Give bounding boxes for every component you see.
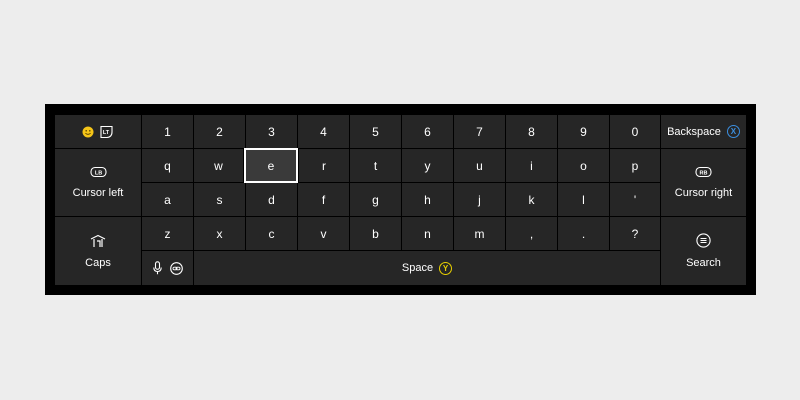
- cursor-right-key[interactable]: RB Cursor right: [661, 149, 746, 216]
- key-d[interactable]: d: [246, 183, 297, 216]
- lb-bumper-icon: LB: [89, 166, 107, 178]
- key-apostrophe[interactable]: ': [610, 183, 660, 216]
- rb-bumper-icon: RB: [695, 166, 712, 178]
- key-o[interactable]: o: [558, 149, 609, 182]
- caps-arrow-icon: [90, 234, 106, 248]
- key-question-mark[interactable]: ?: [610, 217, 660, 250]
- key-f[interactable]: f: [298, 183, 349, 216]
- key-z[interactable]: z: [142, 217, 193, 250]
- lt-trigger-icon: LT: [99, 125, 114, 139]
- caps-label: Caps: [85, 256, 111, 269]
- cursor-right-label: Cursor right: [674, 187, 733, 199]
- key-period[interactable]: .: [558, 217, 609, 250]
- key-6[interactable]: 6: [402, 115, 453, 148]
- backspace-label: Backspace: [667, 125, 721, 138]
- key-s[interactable]: s: [194, 183, 245, 216]
- space-bar[interactable]: Space Y: [194, 251, 660, 285]
- caps-key[interactable]: Caps: [55, 217, 141, 285]
- key-y[interactable]: y: [402, 149, 453, 182]
- key-2[interactable]: 2: [194, 115, 245, 148]
- key-t[interactable]: t: [350, 149, 401, 182]
- menu-icon: [696, 233, 711, 248]
- key-k[interactable]: k: [506, 183, 557, 216]
- key-h[interactable]: h: [402, 183, 453, 216]
- key-n[interactable]: n: [402, 217, 453, 250]
- x-button-icon: X: [726, 125, 740, 138]
- emoji-key[interactable]: LT: [55, 115, 141, 148]
- key-p[interactable]: p: [610, 149, 660, 182]
- backspace-key[interactable]: Backspace X: [661, 115, 746, 148]
- svg-text:LB: LB: [94, 171, 101, 177]
- key-g[interactable]: g: [350, 183, 401, 216]
- space-label: Space: [401, 262, 434, 274]
- key-c[interactable]: c: [246, 217, 297, 250]
- key-7[interactable]: 7: [454, 115, 505, 148]
- key-l[interactable]: l: [558, 183, 609, 216]
- key-9[interactable]: 9: [558, 115, 609, 148]
- key-comma[interactable]: ,: [506, 217, 557, 250]
- key-q[interactable]: q: [142, 149, 193, 182]
- y-button-icon: Y: [439, 261, 453, 275]
- voice-link-key[interactable]: [142, 251, 193, 285]
- key-m[interactable]: m: [454, 217, 505, 250]
- key-u[interactable]: u: [454, 149, 505, 182]
- key-4[interactable]: 4: [298, 115, 349, 148]
- key-w[interactable]: w: [194, 149, 243, 182]
- key-e-focused[interactable]: e: [244, 148, 298, 183]
- emoji-icon: [82, 126, 94, 138]
- key-8[interactable]: 8: [506, 115, 557, 148]
- key-5[interactable]: 5: [350, 115, 401, 148]
- cursor-left-label: Cursor left: [72, 187, 124, 199]
- link-icon[interactable]: [169, 261, 183, 275]
- key-i[interactable]: i: [506, 149, 557, 182]
- key-b[interactable]: b: [350, 217, 401, 250]
- on-screen-keyboard: LT LB Cursor left Caps 1 2 3 4 5 6 7 8 9…: [45, 104, 756, 295]
- key-0[interactable]: 0: [610, 115, 660, 148]
- svg-text:RB: RB: [700, 171, 708, 177]
- microphone-icon[interactable]: [152, 261, 162, 275]
- search-key[interactable]: Search: [661, 217, 746, 285]
- svg-text:LT: LT: [103, 130, 110, 136]
- key-3[interactable]: 3: [246, 115, 297, 148]
- search-label: Search: [686, 257, 721, 269]
- key-r[interactable]: r: [299, 149, 349, 182]
- cursor-left-key[interactable]: LB Cursor left: [55, 149, 141, 216]
- key-a[interactable]: a: [142, 183, 193, 216]
- key-x[interactable]: x: [194, 217, 245, 250]
- key-v[interactable]: v: [298, 217, 349, 250]
- key-1[interactable]: 1: [142, 115, 193, 148]
- key-j[interactable]: j: [454, 183, 505, 216]
